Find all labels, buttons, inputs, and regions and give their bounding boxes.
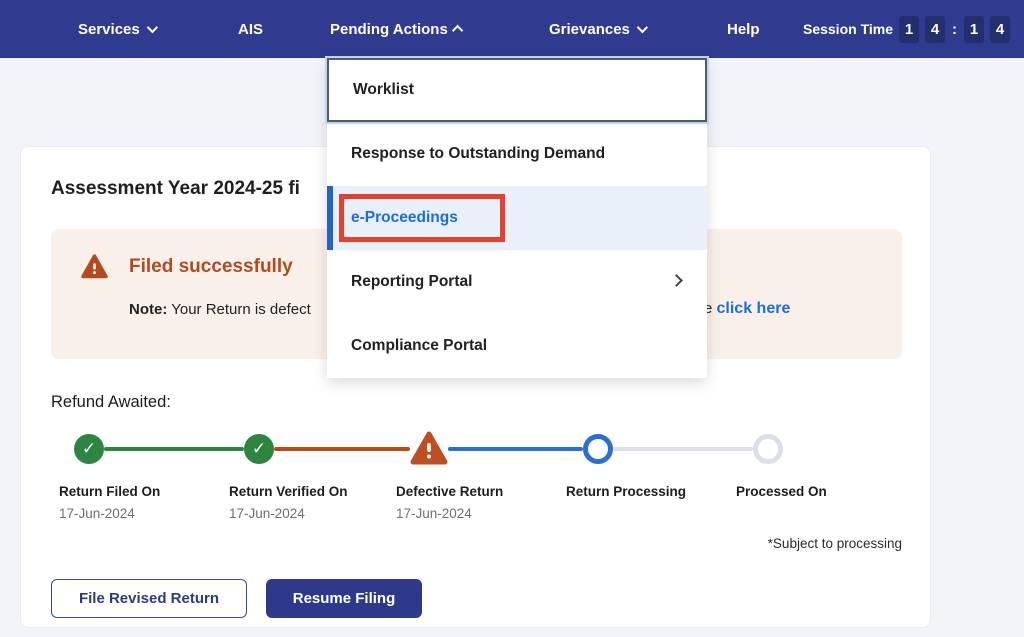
nav-item-label: Pending Actions (330, 21, 448, 38)
refund-awaited-heading: Refund Awaited: (51, 393, 900, 412)
action-buttons: File Revised Return Resume Filing (51, 579, 900, 618)
step-date: 17-Jun-2024 (59, 506, 219, 521)
stepper-line-pending (613, 447, 753, 451)
menu-item-label: Response to Outstanding Demand (351, 145, 605, 163)
stepper-line-done-1 (104, 447, 244, 451)
status-stepper: ✓ ✓ (51, 433, 902, 465)
menu-item-label: Worklist (353, 81, 414, 99)
session-time-label: Session Time (803, 21, 893, 37)
nav-item-ais[interactable]: AIS (238, 0, 263, 58)
step-label: Defective Return (396, 484, 556, 499)
session-digit: 4 (925, 16, 945, 43)
check-icon: ✓ (82, 439, 96, 459)
pending-actions-dropdown: Worklist Response to Outstanding Demand … (327, 58, 707, 378)
click-here-link[interactable]: click here (717, 300, 791, 317)
menu-item-label: Reporting Portal (351, 273, 472, 291)
nav-item-label: Help (727, 21, 760, 38)
session-digit: 4 (990, 16, 1010, 43)
step-date: 17-Jun-2024 (396, 506, 556, 521)
step-label: Return Filed On (59, 484, 219, 499)
alert-note-text: Your Return is defect (167, 301, 310, 318)
step-done-icon: ✓ (74, 434, 104, 464)
nav-item-label: Services (78, 21, 140, 38)
step-warning-icon (410, 430, 448, 466)
step-pending-icon (753, 434, 783, 464)
step-label: Return Processing (566, 484, 726, 499)
menu-item-reporting-portal[interactable]: Reporting Portal (327, 250, 707, 314)
session-digit: 1 (899, 16, 919, 43)
processing-footnote: *Subject to processing (51, 536, 902, 551)
top-nav: Services AIS Pending Actions Grievances … (0, 0, 1024, 58)
stepper-line-warning (274, 447, 410, 451)
menu-item-label: e-Proceedings (351, 209, 458, 227)
chevron-right-icon (670, 274, 683, 287)
chevron-up-icon (452, 25, 463, 36)
nav-item-grievances[interactable]: Grievances (549, 0, 645, 58)
session-digit: 1 (964, 16, 984, 43)
step-active-icon (583, 434, 613, 464)
step-date: 17-Jun-2024 (229, 506, 389, 521)
alert-title: Filed successfully (129, 256, 293, 278)
check-icon: ✓ (252, 439, 266, 459)
resume-filing-button[interactable]: Resume Filing (266, 579, 422, 618)
warning-triangle-icon (81, 254, 108, 279)
nav-item-services[interactable]: Services (78, 0, 155, 58)
chevron-down-icon (146, 22, 157, 33)
stepper-line-active (448, 447, 583, 451)
nav-item-label: Grievances (549, 21, 630, 38)
session-colon: : (952, 21, 957, 38)
file-revised-return-button[interactable]: File Revised Return (51, 579, 247, 618)
step-label: Return Verified On (229, 484, 389, 499)
session-timer: Session Time 1 4 : 1 4 (803, 0, 1010, 58)
nav-item-label: AIS (238, 21, 263, 38)
stepper-labels: Return Filed On 17-Jun-2024 Return Verif… (51, 484, 902, 530)
alert-note-tail: e click here (704, 300, 790, 318)
nav-item-pending-actions[interactable]: Pending Actions (330, 0, 463, 58)
nav-item-help[interactable]: Help (727, 0, 760, 58)
menu-item-compliance-portal[interactable]: Compliance Portal (327, 314, 707, 378)
menu-item-e-proceedings[interactable]: e-Proceedings (327, 186, 707, 250)
menu-item-response-outstanding-demand[interactable]: Response to Outstanding Demand (327, 122, 707, 186)
menu-item-worklist[interactable]: Worklist (327, 58, 707, 122)
step-label: Processed On (736, 484, 896, 499)
menu-item-label: Compliance Portal (351, 337, 487, 355)
step-done-icon: ✓ (244, 434, 274, 464)
alert-note-label: Note: (129, 301, 167, 318)
chevron-down-icon (637, 22, 648, 33)
